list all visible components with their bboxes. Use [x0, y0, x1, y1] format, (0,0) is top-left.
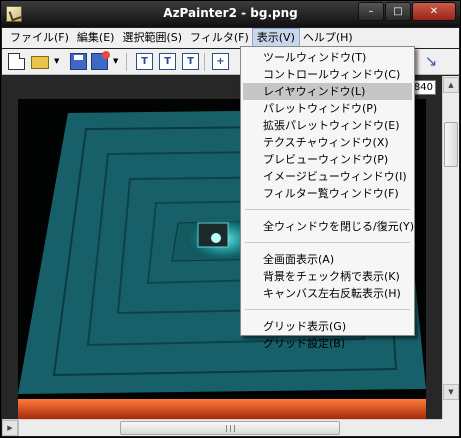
menu-item-layer-window[interactable]: レイヤウィンドウ(L): [243, 83, 412, 100]
menu-selection[interactable]: 選択範囲(S): [118, 29, 186, 47]
menu-item-show-grid[interactable]: グリッド表示(G): [243, 318, 412, 335]
coordinate-readout: 840: [412, 80, 436, 95]
menu-item-tool-window[interactable]: ツールウィンドウ(T): [243, 49, 412, 66]
menu-item-texture-window[interactable]: テクスチャウィンドウ(X): [243, 134, 412, 151]
save-as-icon[interactable]: [91, 51, 110, 70]
menu-item-close-restore-all[interactable]: 全ウィンドウを閉じる/復元(Y): [243, 218, 414, 235]
new-file-icon[interactable]: [8, 53, 25, 70]
open-folder-icon[interactable]: [31, 56, 49, 69]
scroll-right-arrow-icon[interactable]: ▶: [2, 420, 18, 436]
toolbar-separator: [204, 53, 205, 71]
title-bar[interactable]: AzPainter2 - bg.png – □ ✕: [1, 1, 460, 27]
menu-item-grid-settings[interactable]: グリッド設定(B): [243, 335, 412, 352]
menu-item-image-view-window[interactable]: イメージビューウィンドウ(I): [243, 168, 412, 185]
grid-icon[interactable]: +: [212, 53, 229, 70]
text-vertical-icon[interactable]: T: [159, 53, 176, 70]
app-window: AzPainter2 - bg.png – □ ✕ ファイル(F) 編集(E) …: [0, 0, 461, 438]
text-box-icon[interactable]: T: [182, 53, 199, 70]
menu-separator: [245, 242, 410, 243]
save-dropdown-arrow-icon[interactable]: ▼: [113, 53, 119, 70]
menu-item-preview-window[interactable]: プレビューウィンドウ(P): [243, 151, 412, 168]
menu-item-filter-list-window[interactable]: フィルター覧ウィンドウ(F): [243, 185, 412, 202]
menu-separator: [245, 209, 410, 210]
menu-item-flip-canvas[interactable]: キャンバス左右反転表示(H): [243, 285, 412, 302]
maximize-button[interactable]: □: [385, 2, 411, 21]
menu-help[interactable]: ヘルプ(H): [299, 29, 357, 47]
menu-separator: [245, 309, 410, 310]
open-dropdown-arrow-icon[interactable]: ▼: [54, 53, 60, 70]
menu-file[interactable]: ファイル(F): [6, 29, 73, 47]
scrollbar-corner: [442, 419, 459, 436]
menu-item-control-window[interactable]: コントロールウィンドウ(C): [243, 66, 412, 83]
horizontal-scroll-thumb[interactable]: [120, 421, 340, 435]
horizontal-scrollbar[interactable]: ◀ ▶: [2, 419, 442, 436]
vertical-scroll-thumb[interactable]: [444, 122, 458, 167]
menu-bar: ファイル(F) 編集(E) 選択範囲(S) フィルタ(F) 表示(V) ヘルプ(…: [2, 28, 459, 48]
menu-filter[interactable]: フィルタ(F): [186, 29, 253, 47]
menu-edit[interactable]: 編集(E): [73, 29, 119, 47]
vertical-scrollbar[interactable]: ▲ ▼: [442, 76, 459, 419]
scroll-up-arrow-icon[interactable]: ▲: [443, 77, 459, 93]
scroll-down-arrow-icon[interactable]: ▼: [443, 384, 459, 400]
view-menu-dropdown: ツールウィンドウ(T) コントロールウィンドウ(C) レイヤウィンドウ(L) パ…: [240, 46, 415, 350]
close-button[interactable]: ✕: [412, 2, 456, 21]
save-icon[interactable]: [70, 53, 87, 70]
minimize-button[interactable]: –: [358, 2, 384, 21]
rotate-icon[interactable]: ↘: [422, 53, 440, 70]
toolbar-separator: [126, 53, 127, 71]
menu-item-checker-background[interactable]: 背景をチェック柄で表示(K): [243, 268, 412, 285]
window-controls: – □ ✕: [358, 2, 456, 21]
menu-view[interactable]: 表示(V): [251, 28, 300, 48]
text-tool-icon[interactable]: T: [136, 53, 153, 70]
scroll-grip-icon: [226, 425, 235, 432]
menu-item-palette-window[interactable]: パレットウィンドウ(P): [243, 100, 412, 117]
menu-item-fullscreen[interactable]: 全画面表示(A): [243, 251, 412, 268]
menu-item-extended-palette-window[interactable]: 拡張パレットウィンドウ(E): [243, 117, 412, 134]
